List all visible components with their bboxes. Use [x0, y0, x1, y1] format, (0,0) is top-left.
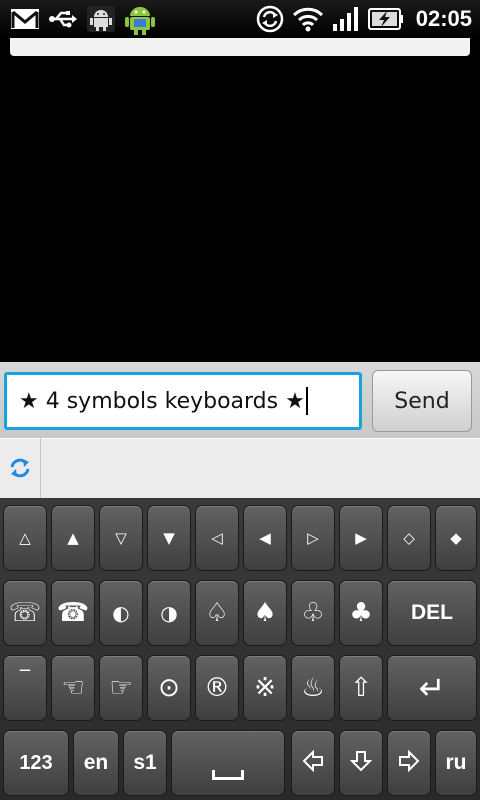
status-bar: 02:05	[0, 0, 480, 38]
key-black-telephone[interactable]: ☎	[51, 580, 95, 646]
key-white-diamond[interactable]: ◇	[387, 505, 431, 571]
usb-icon	[48, 4, 78, 34]
key-circle-right-half-black[interactable]: ◑	[147, 580, 191, 646]
text-cursor	[305, 387, 308, 415]
numbers-mode-key[interactable]: 123	[3, 730, 69, 796]
battery-charging-icon	[367, 4, 404, 34]
key-overline[interactable]: ‾	[3, 655, 47, 721]
key-black-club[interactable]: ♣	[339, 580, 383, 646]
arrow-down-key[interactable]	[339, 730, 383, 796]
key-white-right-triangle[interactable]: ▷	[291, 505, 335, 571]
key-white-up-arrow[interactable]: ⇧	[339, 655, 383, 721]
space-bar-icon	[212, 770, 244, 780]
key-white-left-triangle[interactable]: ◁	[195, 505, 239, 571]
key-white-spade[interactable]: ♤	[195, 580, 239, 646]
white-down-arrow-icon	[349, 750, 373, 777]
wifi-icon	[292, 4, 324, 34]
key-reference-mark[interactable]: ※	[243, 655, 287, 721]
key-black-up-triangle[interactable]: ▲	[51, 505, 95, 571]
english-layout-key[interactable]: en	[73, 730, 119, 796]
key-registered-sign[interactable]: ®	[195, 655, 239, 721]
gmail-icon	[10, 4, 40, 34]
key-black-down-triangle[interactable]: ▼	[147, 505, 191, 571]
refresh-icon[interactable]	[0, 438, 41, 498]
space-key[interactable]: ␣	[171, 730, 285, 796]
symbol-keyboard: △ ▲ ▽ ▼ ◁ ◀ ▷ ▶ ◇ ◆ ☏ ☎ ◐ ◑ ♤ ♠ ♧ ♣ DEL …	[0, 498, 480, 800]
key-black-spade[interactable]: ♠	[243, 580, 287, 646]
sync-icon	[256, 4, 284, 34]
key-white-telephone[interactable]: ☏	[3, 580, 47, 646]
white-left-arrow-icon	[302, 749, 324, 777]
arrow-right-key[interactable]	[387, 730, 431, 796]
send-button[interactable]: Send	[372, 370, 472, 432]
key-pointing-right-hand[interactable]: ☞	[99, 655, 143, 721]
signal-icon	[332, 4, 360, 34]
android-market-icon	[124, 4, 156, 35]
message-text: ★ 4 symbols keyboards ★	[19, 388, 305, 414]
key-white-club[interactable]: ♧	[291, 580, 335, 646]
suggestion-strip	[0, 438, 480, 499]
android-debug-icon	[86, 4, 116, 34]
enter-key[interactable]: ↵	[387, 655, 477, 721]
key-black-right-triangle[interactable]: ▶	[339, 505, 383, 571]
symbols-page-1-key[interactable]: s1	[123, 730, 167, 796]
arrow-left-key[interactable]	[291, 730, 335, 796]
russian-layout-key[interactable]: ru	[435, 730, 477, 796]
clock: 02:05	[415, 6, 472, 31]
delete-key[interactable]: DEL	[387, 580, 477, 646]
key-black-diamond[interactable]: ◆	[435, 505, 477, 571]
key-circled-dot[interactable]: ⊙	[147, 655, 191, 721]
key-white-down-triangle[interactable]: ▽	[99, 505, 143, 571]
key-hot-springs[interactable]: ♨	[291, 655, 335, 721]
conversation-header-strip	[10, 38, 470, 56]
key-circle-left-half-black[interactable]: ◐	[99, 580, 143, 646]
key-white-up-triangle[interactable]: △	[3, 505, 47, 571]
key-pointing-left-hand[interactable]: ☜	[51, 655, 95, 721]
white-right-arrow-icon	[398, 749, 420, 777]
key-black-left-triangle[interactable]: ◀	[243, 505, 287, 571]
message-input[interactable]: ★ 4 symbols keyboards ★	[4, 372, 362, 430]
